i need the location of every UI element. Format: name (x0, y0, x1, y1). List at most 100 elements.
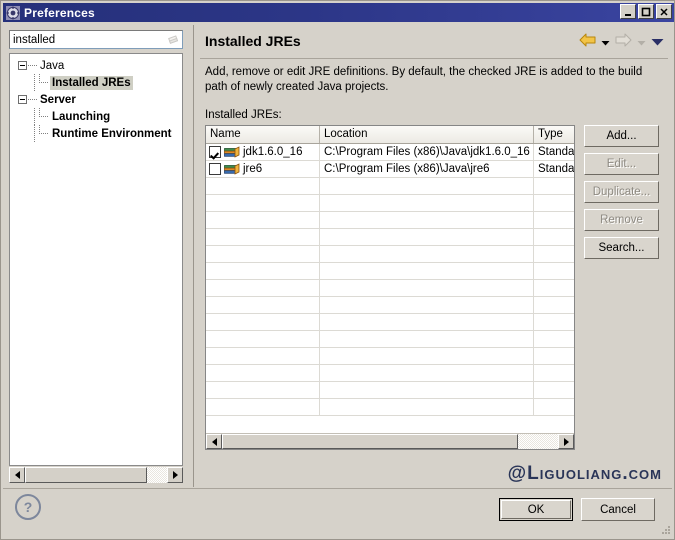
table-row-empty[interactable] (206, 381, 574, 399)
cell-type: Standa (538, 163, 574, 175)
cell-location: C:\Program Files (x86)\Java\jdk1.6.0_16 (320, 143, 534, 161)
tree-horizontal-scrollbar[interactable] (9, 467, 183, 483)
left-arrow-icon (211, 437, 217, 446)
table-row-empty[interactable] (206, 245, 574, 263)
minimize-button[interactable] (620, 4, 636, 19)
scroll-track[interactable] (222, 434, 558, 449)
cell-empty (534, 331, 574, 348)
remove-button: Remove (584, 209, 659, 231)
cell-empty (206, 398, 320, 416)
resize-grip[interactable] (659, 524, 671, 536)
tree-connector (28, 99, 37, 100)
help-button[interactable]: ? (15, 494, 41, 520)
filter-input[interactable] (10, 32, 165, 47)
ok-button[interactable]: OK (499, 498, 573, 521)
tree-item-runtime-environment[interactable]: Runtime Environment (10, 125, 182, 142)
cell-empty (206, 262, 320, 280)
scroll-thumb[interactable] (222, 434, 518, 449)
scroll-left-button[interactable] (206, 434, 222, 449)
maximize-button[interactable] (638, 4, 654, 19)
page-navigation-icons (579, 33, 664, 51)
page-title: Installed JREs (205, 33, 301, 49)
row-checkbox[interactable] (209, 163, 221, 175)
tree-item-server[interactable]: Server (10, 91, 182, 108)
tree-item-label: Runtime Environment (52, 127, 172, 140)
table-row-empty[interactable] (206, 279, 574, 297)
table-row[interactable]: jdk1.6.0_16 C:\Program Files (x86)\Java\… (206, 143, 574, 161)
collapse-toggle-icon[interactable] (18, 95, 27, 104)
title-bar[interactable]: Preferences (3, 3, 674, 22)
edit-button: Edit... (584, 153, 659, 175)
page-menu-chevron-down-icon[interactable] (651, 33, 664, 51)
search-button[interactable]: Search... (584, 237, 659, 259)
cell-empty (206, 245, 320, 263)
cell-empty (320, 347, 534, 365)
table-row-empty[interactable] (206, 398, 574, 416)
back-dropdown-chevron-down-icon[interactable] (601, 33, 610, 51)
tree-connector (35, 125, 50, 142)
close-button[interactable] (656, 4, 672, 19)
row-checkbox[interactable] (209, 146, 221, 158)
scroll-left-button[interactable] (9, 467, 25, 483)
cell-empty (534, 263, 574, 280)
back-arrow-icon[interactable] (579, 33, 596, 52)
cell-empty (206, 347, 320, 365)
table-row-empty[interactable] (206, 262, 574, 280)
table-row-empty[interactable] (206, 211, 574, 229)
table-row-empty[interactable] (206, 313, 574, 331)
eraser-icon[interactable] (165, 32, 182, 47)
cell-empty (320, 364, 534, 382)
preferences-tree[interactable]: Java Installed JREs Server Launching Run… (9, 53, 183, 466)
table-row-empty[interactable] (206, 364, 574, 382)
cell-empty (206, 279, 320, 297)
column-header-name[interactable]: Name (206, 126, 320, 143)
column-header-type[interactable]: Type (534, 126, 574, 143)
table-row-empty[interactable] (206, 177, 574, 195)
installed-jres-table[interactable]: Name Location Type jdk1.6.0_16 C:\Progra… (205, 125, 575, 450)
collapse-toggle-icon[interactable] (18, 61, 27, 70)
cell-name-text: jdk1.6.0_16 (243, 146, 303, 158)
gear-icon (6, 5, 20, 20)
cell-name: jdk1.6.0_16 (206, 143, 320, 161)
scroll-track[interactable] (25, 467, 167, 483)
table-row-empty[interactable] (206, 228, 574, 246)
tree-item-label: Server (40, 93, 76, 106)
cell-empty (320, 330, 534, 348)
cell-empty (534, 229, 574, 246)
table-row-empty[interactable] (206, 194, 574, 212)
tree-item-java[interactable]: Java (10, 57, 182, 74)
cancel-button[interactable]: Cancel (581, 498, 655, 521)
cell-empty (206, 296, 320, 314)
window-controls (620, 4, 672, 19)
right-arrow-icon (563, 437, 569, 446)
cell-name: jre6 (206, 160, 320, 178)
watermark: @Liguoliang.com (507, 463, 662, 484)
cell-empty (320, 245, 534, 263)
tree-nodes: Java Installed JREs Server Launching Run… (10, 57, 182, 142)
scroll-right-button[interactable] (167, 467, 183, 483)
filter-field-wrapper[interactable] (9, 30, 183, 49)
add-button[interactable]: Add... (584, 125, 659, 147)
forward-dropdown-chevron-down-icon (637, 33, 646, 51)
window-title: Preferences (24, 5, 95, 20)
tree-item-label: Java (40, 59, 65, 72)
tree-item-launching[interactable]: Launching (10, 108, 182, 125)
table-horizontal-scrollbar[interactable] (206, 433, 574, 449)
tree-item-installed-jres[interactable]: Installed JREs (10, 74, 182, 91)
table-row[interactable]: jre6 C:\Program Files (x86)\Java\jre6 St… (206, 160, 574, 178)
left-arrow-icon (14, 471, 20, 479)
scroll-thumb[interactable] (25, 467, 148, 483)
cell-empty (534, 382, 574, 399)
scroll-right-button[interactable] (558, 434, 574, 449)
cell-empty (320, 262, 534, 280)
table-row-empty[interactable] (206, 347, 574, 365)
cell-empty (206, 313, 320, 331)
column-header-location[interactable]: Location (320, 126, 534, 143)
cell-empty (320, 228, 534, 246)
table-row-empty[interactable] (206, 330, 574, 348)
cell-empty (320, 177, 534, 195)
cell-empty (206, 228, 320, 246)
cell-empty (320, 194, 534, 212)
table-row-empty[interactable] (206, 296, 574, 314)
tree-connector (35, 74, 50, 91)
